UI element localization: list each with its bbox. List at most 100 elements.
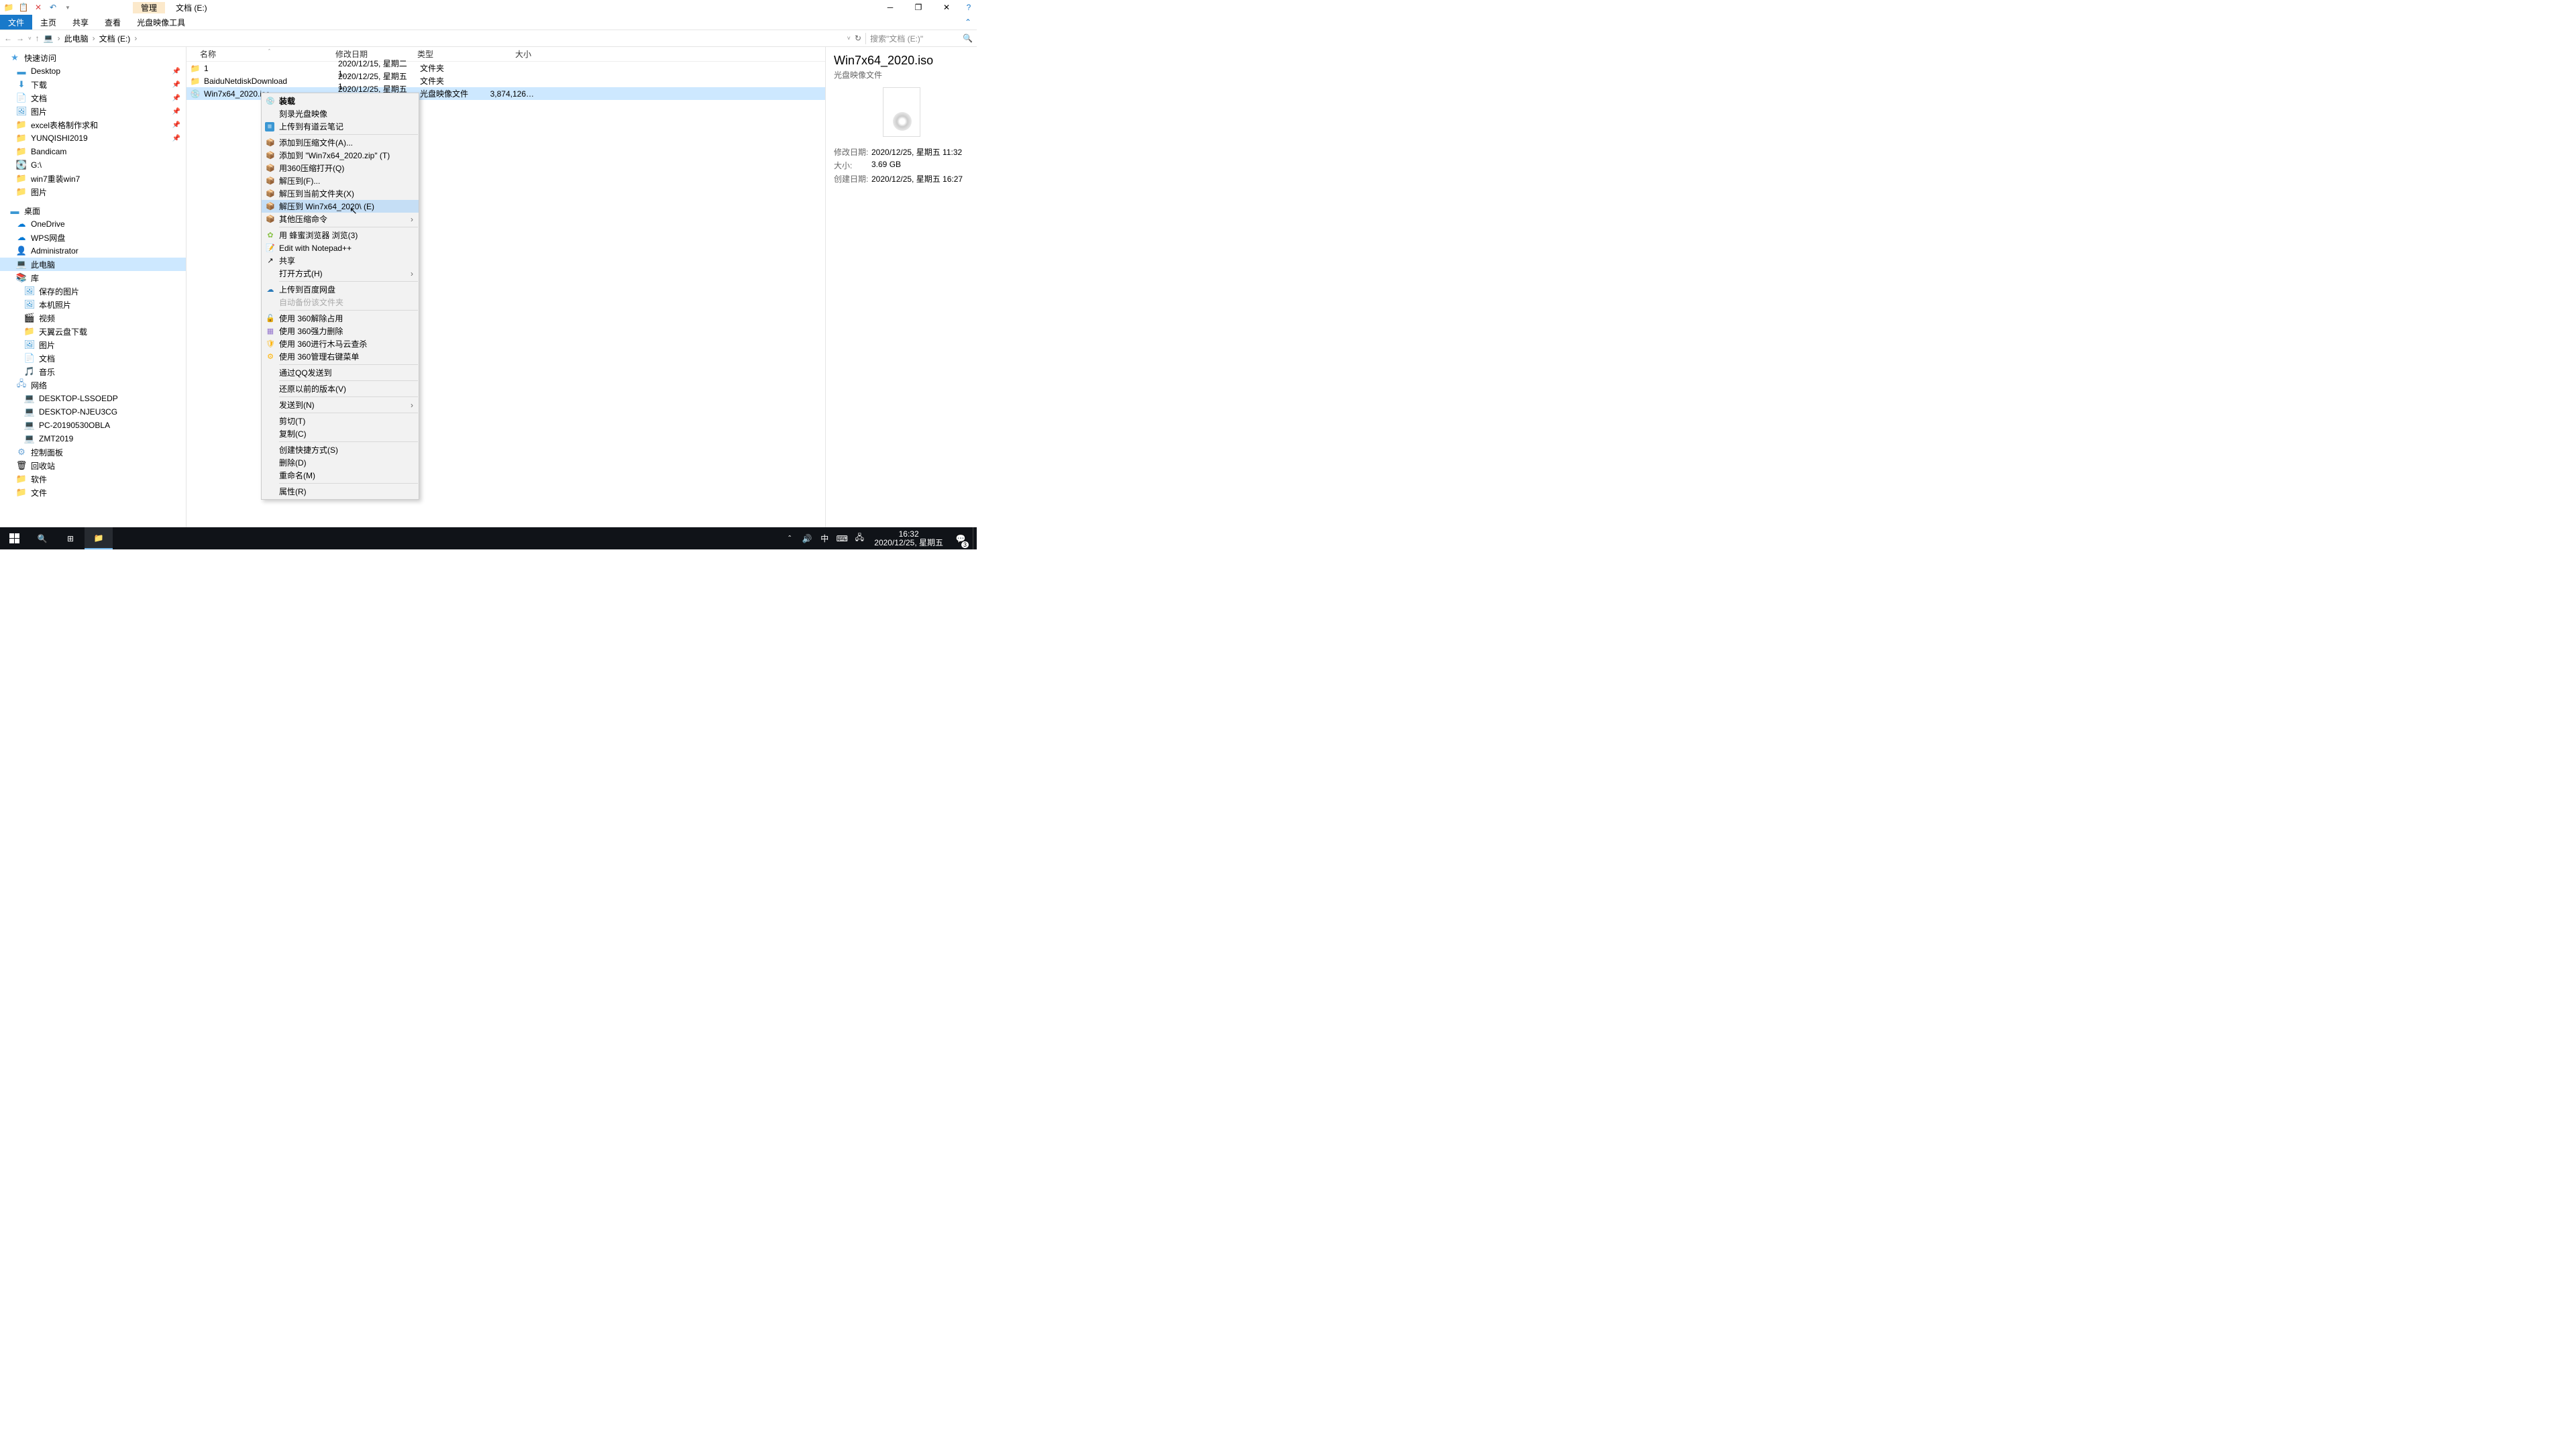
nav-up-button[interactable]: ↑ xyxy=(36,34,40,43)
tree-user[interactable]: 👤Administrator xyxy=(0,244,186,258)
ctx-share[interactable]: ↗共享 xyxy=(262,254,419,267)
col-name[interactable]: 名称 ˆ xyxy=(186,48,335,60)
tray-overflow-icon[interactable]: ˆ xyxy=(782,527,798,549)
ctx-honeybee[interactable]: ✿用 蜂蜜浏览器 浏览(3) xyxy=(262,229,419,241)
taskbar-explorer[interactable]: 📁 xyxy=(85,527,113,549)
ctx-360-menu[interactable]: ⚙使用 360管理右键菜单 xyxy=(262,350,419,363)
ctx-extract-to[interactable]: 📦解压到(F)... xyxy=(262,174,419,187)
ctx-notepad[interactable]: 📝Edit with Notepad++ xyxy=(262,241,419,254)
ctx-send-to[interactable]: 发送到(N)› xyxy=(262,398,419,411)
tree-lib-item[interactable]: 📁天翼云盘下载 xyxy=(0,325,186,338)
breadcrumb-segment[interactable]: 此电脑 xyxy=(64,33,89,44)
tree-lib-item[interactable]: 🎬视频 xyxy=(0,311,186,325)
tree-network-pc[interactable]: 💻PC-20190530OBLA xyxy=(0,419,186,432)
tray-network-icon[interactable]: 🖧 xyxy=(851,527,867,549)
ctx-extract-here[interactable]: 📦解压到当前文件夹(X) xyxy=(262,187,419,200)
ctx-restore-versions[interactable]: 还原以前的版本(V) xyxy=(262,382,419,395)
tree-lib-item[interactable]: 🖼本机照片 xyxy=(0,298,186,311)
tree-control-panel[interactable]: ⚙控制面板 xyxy=(0,445,186,459)
tree-documents[interactable]: 📄文档📌 xyxy=(0,91,186,105)
refresh-button[interactable]: ↻ xyxy=(855,34,861,43)
task-view-button[interactable]: ⊞ xyxy=(56,527,85,549)
ctx-other-compress[interactable]: 📦其他压缩命令› xyxy=(262,213,419,225)
file-row[interactable]: 📁 BaiduNetdiskDownload 2020/12/25, 星期五 1… xyxy=(186,74,825,87)
search-input[interactable]: 搜索"文档 (E:)" 🔍 xyxy=(865,33,973,44)
breadcrumb-segment[interactable]: 文档 (E:) xyxy=(99,33,131,44)
ctx-copy[interactable]: 复制(C) xyxy=(262,427,419,440)
ctx-burn[interactable]: 刻录光盘映像 xyxy=(262,107,419,120)
tree-desktop-root[interactable]: ▬桌面 xyxy=(0,204,186,217)
tree-folder[interactable]: 📁Bandicam xyxy=(0,145,186,158)
ctx-add-zip[interactable]: 📦添加到 "Win7x64_2020.zip" (T) xyxy=(262,149,419,162)
search-button[interactable]: 🔍 xyxy=(28,527,56,549)
ctx-360-trojan[interactable]: 🛡使用 360进行木马云查杀 xyxy=(262,337,419,350)
ribbon-expand-icon[interactable]: ⌃ xyxy=(959,15,977,30)
tree-this-pc[interactable]: 💻此电脑 xyxy=(0,258,186,271)
tree-folder[interactable]: 📁软件 xyxy=(0,472,186,486)
tree-desktop[interactable]: ▬Desktop📌 xyxy=(0,64,186,78)
ribbon-tab-share[interactable]: 共享 xyxy=(64,15,97,30)
ctx-add-archive[interactable]: 📦添加到压缩文件(A)... xyxy=(262,136,419,149)
minimize-button[interactable]: ─ xyxy=(876,0,904,15)
ctx-open-360zip[interactable]: 📦用360压缩打开(Q) xyxy=(262,162,419,174)
ctx-delete[interactable]: 删除(D) xyxy=(262,456,419,469)
tree-recycle[interactable]: 🗑回收站 xyxy=(0,459,186,472)
ctx-shortcut[interactable]: 创建快捷方式(S) xyxy=(262,443,419,456)
ribbon-context-tab[interactable]: 管理 xyxy=(133,2,165,13)
tree-wps[interactable]: ☁WPS网盘 xyxy=(0,231,186,244)
maximize-button[interactable]: ❐ xyxy=(904,0,932,15)
tree-downloads[interactable]: ⬇下载📌 xyxy=(0,78,186,91)
tree-lib-item[interactable]: 🖼图片 xyxy=(0,338,186,352)
tray-ime[interactable]: 中 xyxy=(816,527,833,549)
nav-back-button[interactable]: ← xyxy=(4,34,12,43)
tree-folder[interactable]: 📁YUNQISHI2019📌 xyxy=(0,131,186,145)
ctx-cut[interactable]: 剪切(T) xyxy=(262,415,419,427)
tree-folder[interactable]: 📁win7重装win7 xyxy=(0,172,186,185)
ribbon-tab-file[interactable]: 文件 xyxy=(0,15,32,30)
close-button[interactable]: ✕ xyxy=(932,0,961,15)
ctx-rename[interactable]: 重命名(M) xyxy=(262,469,419,482)
tray-volume-icon[interactable]: 🔊 xyxy=(799,527,815,549)
nav-recent-dropdown[interactable]: ˅ xyxy=(28,36,32,42)
ctx-qq-send[interactable]: 通过QQ发送到 xyxy=(262,366,419,379)
qat-dropdown-icon[interactable]: ▼ xyxy=(62,1,74,13)
tree-network-pc[interactable]: 💻ZMT2019 xyxy=(0,432,186,445)
tray-ime-icon[interactable]: ⌨ xyxy=(834,527,850,549)
ctx-properties[interactable]: 属性(R) xyxy=(262,485,419,498)
action-center-button[interactable]: 💬3 xyxy=(950,527,971,549)
address-dropdown-icon[interactable]: ˅ xyxy=(847,35,851,42)
tree-folder[interactable]: 📁图片 xyxy=(0,185,186,199)
file-row[interactable]: 📁 1 2020/12/15, 星期二 1… 文件夹 xyxy=(186,62,825,74)
col-size[interactable]: 大小 xyxy=(486,48,531,60)
tree-drive[interactable]: 💽G:\ xyxy=(0,158,186,172)
ctx-you[interactable]: ≡上传到有道云笔记 xyxy=(262,120,419,133)
col-type[interactable]: 类型 xyxy=(417,48,486,60)
tree-lib-item[interactable]: 🎵音乐 xyxy=(0,365,186,378)
ribbon-tab-view[interactable]: 查看 xyxy=(97,15,129,30)
breadcrumb[interactable]: 💻 › 此电脑 › 文档 (E:) › xyxy=(44,33,843,44)
qat-properties-icon[interactable]: 📋 xyxy=(17,1,30,13)
nav-forward-button[interactable]: → xyxy=(16,34,24,43)
show-desktop-button[interactable] xyxy=(973,527,977,549)
ctx-extract-named[interactable]: 📦解压到 Win7x64_2020\ (E) xyxy=(262,200,419,213)
ctx-360-force-delete[interactable]: ▦使用 360强力删除 xyxy=(262,325,419,337)
tree-libraries[interactable]: 📚库 xyxy=(0,271,186,284)
help-button[interactable]: ? xyxy=(961,0,977,15)
tree-quick-access[interactable]: ★快速访问 xyxy=(0,51,186,64)
ribbon-tab-disc[interactable]: 光盘映像工具 xyxy=(129,15,193,30)
tree-network-pc[interactable]: 💻DESKTOP-LSSOEDP xyxy=(0,392,186,405)
ctx-baidu-upload[interactable]: ☁上传到百度网盘 xyxy=(262,283,419,296)
tree-onedrive[interactable]: ☁OneDrive xyxy=(0,217,186,231)
tree-lib-item[interactable]: 🖼保存的图片 xyxy=(0,284,186,298)
qat-delete-icon[interactable]: ✕ xyxy=(32,1,44,13)
taskbar-clock[interactable]: 16:32 2020/12/25, 星期五 xyxy=(869,530,949,547)
qat-undo-icon[interactable]: ↶ xyxy=(47,1,59,13)
ctx-open-with[interactable]: 打开方式(H)› xyxy=(262,267,419,280)
ribbon-tab-home[interactable]: 主页 xyxy=(32,15,64,30)
tree-network[interactable]: 🖧网络 xyxy=(0,378,186,392)
tree-lib-item[interactable]: 📄文档 xyxy=(0,352,186,365)
tree-network-pc[interactable]: 💻DESKTOP-NJEU3CG xyxy=(0,405,186,419)
ctx-360-unlock[interactable]: 🔓使用 360解除占用 xyxy=(262,312,419,325)
tree-folder[interactable]: 📁excel表格制作求和📌 xyxy=(0,118,186,131)
tree-pictures[interactable]: 🖼图片📌 xyxy=(0,105,186,118)
